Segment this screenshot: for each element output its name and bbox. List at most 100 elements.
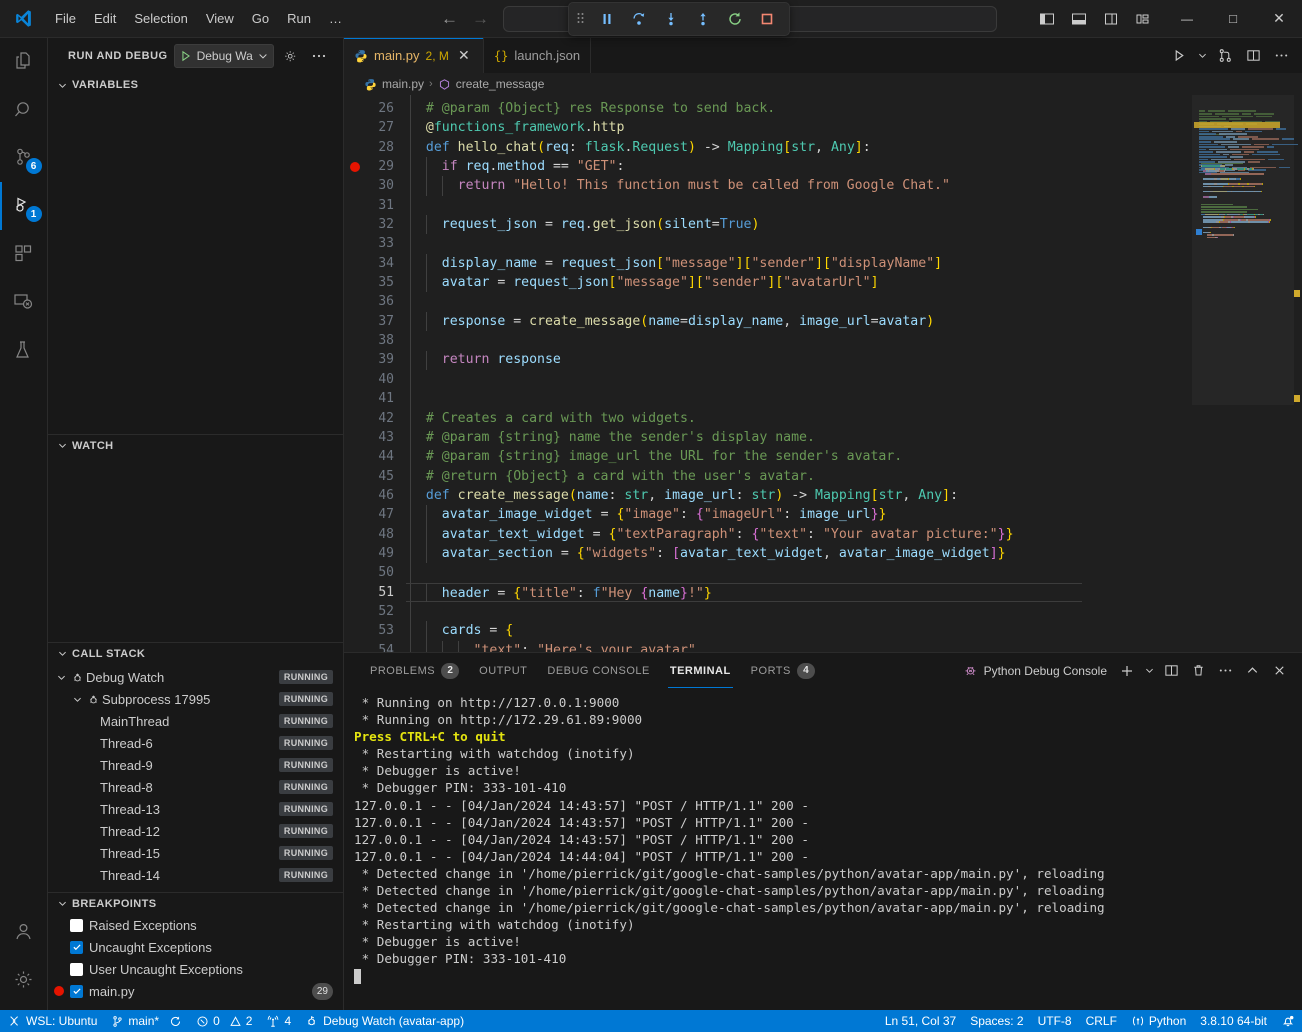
line-number[interactable]: 31 xyxy=(344,196,406,215)
code-line[interactable] xyxy=(406,389,1192,408)
code-line[interactable] xyxy=(406,234,1192,253)
new-terminal-button[interactable] xyxy=(1114,658,1140,684)
breakpoint-row[interactable]: main.py29 xyxy=(48,980,343,1002)
activity-search[interactable] xyxy=(0,86,48,134)
tab-main-py[interactable]: main.py 2, M ✕ xyxy=(344,38,484,73)
open-changes-button[interactable] xyxy=(1212,43,1238,69)
code-line[interactable]: # @param {Object} res Response to send b… xyxy=(406,99,1192,118)
call-stack-row[interactable]: Thread-6RUNNING xyxy=(48,732,343,754)
arrow-left-icon[interactable]: ← xyxy=(441,10,458,27)
breakpoint-checkbox[interactable] xyxy=(70,963,83,976)
code-line[interactable]: # Creates a card with two widgets. xyxy=(406,409,1192,428)
code-line[interactable]: if req.method == "GET": xyxy=(406,157,1192,176)
minimap[interactable] xyxy=(1192,95,1302,652)
breakpoint-checkbox[interactable] xyxy=(70,919,83,932)
code-line[interactable]: "text": "Here's your avatar", xyxy=(406,641,1192,652)
sidebar-more-actions-icon[interactable] xyxy=(308,45,330,67)
activity-explorer[interactable] xyxy=(0,38,48,86)
code-line[interactable] xyxy=(406,331,1192,350)
variables-section-header[interactable]: VARIABLES xyxy=(48,74,343,96)
chevron-down-icon[interactable] xyxy=(54,672,68,683)
statusbar-problems[interactable]: 0 2 xyxy=(189,1010,259,1032)
code-line[interactable]: cards = { xyxy=(406,621,1192,640)
tab-output[interactable]: OUTPUT xyxy=(469,653,537,688)
menu-view[interactable]: View xyxy=(197,7,243,30)
breadcrumb-symbol[interactable]: create_message xyxy=(456,77,545,91)
line-number[interactable]: 53 xyxy=(344,621,406,640)
debug-restart-button[interactable] xyxy=(721,6,749,32)
kill-terminal-button[interactable] xyxy=(1185,658,1211,684)
activity-run-and-debug[interactable]: 1 xyxy=(0,182,48,230)
activity-accounts[interactable] xyxy=(0,908,48,956)
statusbar-cursor-position[interactable]: Ln 51, Col 37 xyxy=(878,1010,963,1032)
call-stack-row[interactable]: Thread-12RUNNING xyxy=(48,820,343,842)
breakpoint-row[interactable]: Raised Exceptions xyxy=(48,914,343,936)
call-stack-section-header[interactable]: CALL STACK xyxy=(48,642,343,664)
debug-stop-button[interactable] xyxy=(753,6,781,32)
play-icon[interactable] xyxy=(179,49,193,63)
line-number[interactable]: 37 xyxy=(344,312,406,331)
arrow-right-icon[interactable]: → xyxy=(472,10,489,27)
toggle-primary-sidebar[interactable] xyxy=(1032,5,1062,33)
call-stack-row[interactable]: Thread-14RUNNING xyxy=(48,864,343,886)
statusbar-notifications[interactable] xyxy=(1274,1010,1302,1032)
activity-remote-explorer[interactable] xyxy=(0,278,48,326)
line-number[interactable]: 39 xyxy=(344,350,406,369)
run-options-button[interactable] xyxy=(1194,43,1210,69)
code-line[interactable]: header = {"title": f"Hey {name}!"} xyxy=(406,583,1082,602)
code-line[interactable]: # @param {string} image_url the URL for … xyxy=(406,447,1192,466)
statusbar-eol[interactable]: CRLF xyxy=(1079,1010,1124,1032)
code-line[interactable]: # @param {string} name the sender's disp… xyxy=(406,428,1192,447)
menu-selection[interactable]: Selection xyxy=(125,7,196,30)
code-line[interactable]: response = create_message(name=display_n… xyxy=(406,312,1192,331)
watch-section-header[interactable]: WATCH xyxy=(48,434,343,456)
run-python-file-button[interactable] xyxy=(1166,43,1192,69)
code-line[interactable]: avatar = request_json["message"]["sender… xyxy=(406,273,1192,292)
line-number-gutter[interactable]: 2627282930313233343536373839404142434445… xyxy=(344,95,406,652)
line-number[interactable]: 32 xyxy=(344,215,406,234)
statusbar-debug-session[interactable]: Debug Watch (avatar-app) xyxy=(298,1010,471,1032)
line-number[interactable]: 26 xyxy=(344,99,406,118)
breakpoint-row[interactable]: Uncaught Exceptions xyxy=(48,936,343,958)
breadcrumb-file[interactable]: main.py xyxy=(382,77,424,91)
debug-step-over-button[interactable] xyxy=(625,6,653,32)
line-number[interactable]: 29 xyxy=(344,157,406,176)
menu-file[interactable]: File xyxy=(46,7,85,30)
menu-run[interactable]: Run xyxy=(278,7,320,30)
close-panel-button[interactable] xyxy=(1266,658,1292,684)
terminal-output[interactable]: * Running on http://127.0.0.1:9000 * Run… xyxy=(344,688,1302,1010)
code-content[interactable]: # @param {Object} res Response to send b… xyxy=(406,95,1192,652)
line-number[interactable]: 40 xyxy=(344,370,406,389)
editor-breakpoint-dot-icon[interactable] xyxy=(350,162,360,172)
activity-settings[interactable] xyxy=(0,956,48,1004)
code-line[interactable]: def create_message(name: str, image_url:… xyxy=(406,486,1192,505)
line-number[interactable]: 52 xyxy=(344,602,406,621)
line-number[interactable]: 42 xyxy=(344,409,406,428)
line-number[interactable]: 28 xyxy=(344,138,406,157)
close-window-button[interactable]: ✕ xyxy=(1256,0,1302,38)
line-number[interactable]: 36 xyxy=(344,292,406,311)
call-stack-row[interactable]: Subprocess 17995RUNNING xyxy=(48,688,343,710)
debug-toolbar[interactable] xyxy=(568,2,790,36)
call-stack-row[interactable]: Thread-13RUNNING xyxy=(48,798,343,820)
tab-terminal[interactable]: TERMINAL xyxy=(660,653,741,688)
call-stack-row[interactable]: Thread-8RUNNING xyxy=(48,776,343,798)
code-line[interactable]: return "Hello! This function must be cal… xyxy=(406,176,1192,195)
line-number[interactable]: 49 xyxy=(344,544,406,563)
tab-launch-json[interactable]: {} launch.json xyxy=(484,38,591,73)
active-terminal-entry[interactable]: Python Debug Console xyxy=(963,663,1113,678)
close-icon[interactable]: ✕ xyxy=(455,47,473,65)
code-line[interactable] xyxy=(406,563,1192,582)
code-line[interactable]: request_json = req.get_json(silent=True) xyxy=(406,215,1192,234)
minimize-window-button[interactable]: — xyxy=(1164,0,1210,38)
line-number[interactable]: 46 xyxy=(344,486,406,505)
sync-icon[interactable] xyxy=(169,1015,182,1028)
maximize-panel-button[interactable] xyxy=(1239,658,1265,684)
toggle-panel[interactable] xyxy=(1064,5,1094,33)
chevron-down-icon[interactable] xyxy=(70,694,84,705)
tab-ports[interactable]: PORTS 4 xyxy=(741,653,825,688)
menu-go[interactable]: Go xyxy=(243,7,278,30)
code-line[interactable] xyxy=(406,292,1192,311)
code-line[interactable]: @functions_framework.http xyxy=(406,118,1192,137)
line-number[interactable]: 50 xyxy=(344,563,406,582)
